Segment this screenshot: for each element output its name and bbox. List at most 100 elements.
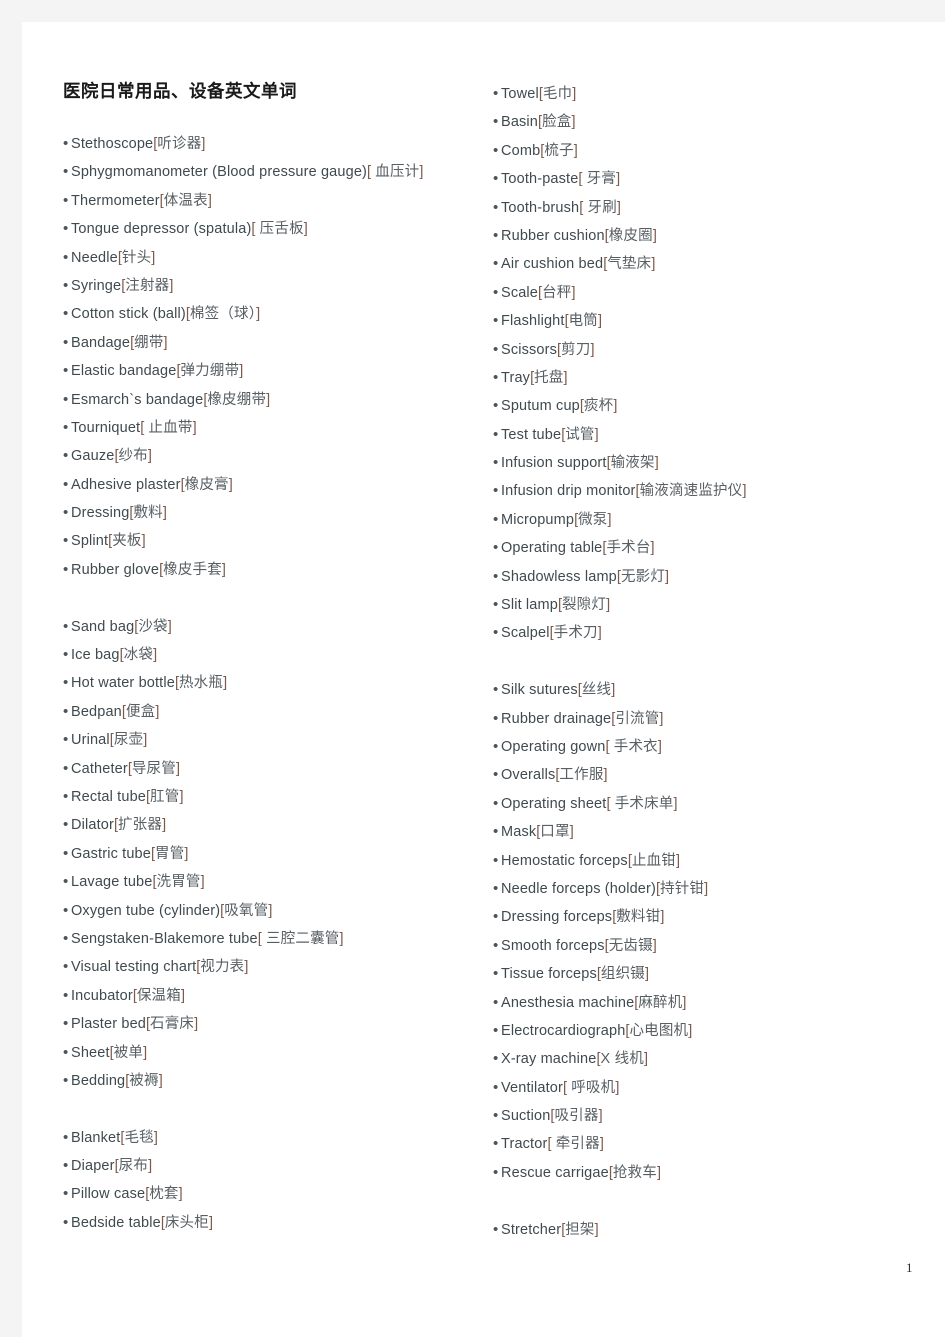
bullet-icon: •: [63, 759, 69, 777]
vocabulary-entry: • Flashlight[电筒]: [493, 307, 945, 335]
entry-chinese-gloss: 血压计: [371, 164, 420, 181]
vocabulary-entry: • Cotton stick (ball)[棉签（球）]: [63, 300, 493, 328]
vocabulary-entry: • Air cushion bed[气垫床]: [493, 250, 945, 278]
close-bracket: ]: [650, 540, 655, 557]
entry-chinese-gloss: 止血钳: [631, 852, 676, 869]
entry-english-term: Incubator: [71, 987, 133, 1004]
bullet-icon: •: [63, 1157, 69, 1175]
close-bracket: ]: [178, 1186, 183, 1203]
entry-english-term: Scale: [501, 284, 539, 301]
entry-english-term: Electrocardiograph: [501, 1022, 626, 1039]
bullet-icon: •: [63, 418, 69, 436]
vocabulary-entry: • Infusion drip monitor[输液滴速监护仪]: [493, 477, 945, 505]
bullet-icon: •: [493, 709, 499, 727]
entry-chinese-gloss: 枕套: [149, 1186, 179, 1203]
vocabulary-entry: • Thermometer[体温表]: [63, 187, 493, 215]
entry-english-term: Hemostatic forceps: [501, 852, 628, 869]
entry-english-term: Operating table: [501, 540, 603, 557]
close-bracket: ]: [611, 682, 616, 699]
bullet-icon: •: [493, 539, 499, 557]
entry-chinese-gloss: 手术衣: [609, 738, 658, 755]
close-bracket: ]: [606, 597, 611, 614]
vocabulary-entry: • Rubber drainage[引流管]: [493, 705, 945, 733]
entry-chinese-gloss: 呼吸机: [567, 1079, 616, 1096]
close-bracket: ]: [571, 114, 576, 131]
vocabulary-entry: • Rectal tube[肛管]: [63, 783, 493, 811]
entry-english-term: Flashlight: [501, 313, 565, 330]
close-bracket: ]: [654, 455, 659, 472]
vocabulary-entry: • Gastric tube[胃管]: [63, 840, 493, 868]
vocabulary-entry: • Hemostatic forceps[止血钳]: [493, 847, 945, 875]
close-bracket: ]: [180, 987, 185, 1004]
column-top-spacer: [63, 22, 493, 130]
entry-chinese-gloss: 床头柜: [164, 1214, 209, 1231]
bullet-icon: •: [493, 1050, 499, 1068]
vocabulary-entry: • Dilator[扩张器]: [63, 811, 493, 839]
close-bracket: ]: [339, 930, 344, 947]
bullet-icon: •: [493, 1078, 499, 1096]
entry-english-term: Gastric tube: [71, 845, 151, 862]
entry-english-term: Infusion drip monitor: [501, 483, 636, 500]
bullet-icon: •: [63, 362, 69, 380]
entry-chinese-gloss: 牵引器: [551, 1136, 600, 1153]
vocabulary-entry: • Tissue forceps[组织镊]: [493, 960, 945, 988]
entry-english-term: Sphygmomanometer (Blood pressure gauge): [71, 164, 368, 181]
close-bracket: ]: [143, 732, 148, 749]
entry-english-term: Splint: [71, 533, 109, 550]
entry-english-term: Plaster bed: [71, 1016, 146, 1033]
vocabulary-entry: • Mask[口罩]: [493, 818, 945, 846]
entry-english-term: Dressing forceps: [501, 909, 613, 926]
vocabulary-entry: • Elastic bandage[弹力绷带]: [63, 357, 493, 385]
entry-english-term: Pillow case: [71, 1186, 146, 1203]
entry-english-term: Tray: [501, 369, 531, 386]
vocabulary-entry: • Sheet[被单]: [63, 1039, 493, 1067]
close-bracket: ]: [162, 817, 167, 834]
entry-chinese-gloss: 尿布: [118, 1158, 149, 1175]
close-bracket: ]: [594, 1221, 599, 1238]
vocabulary-entry: • Sputum cup[痰杯]: [493, 392, 945, 420]
entry-english-term: Sand bag: [71, 618, 135, 635]
bullet-icon: •: [63, 1185, 69, 1203]
bullet-icon: •: [63, 1043, 69, 1061]
entry-chinese-gloss: 试管: [565, 426, 595, 443]
close-bracket: ]: [742, 483, 747, 500]
bullet-icon: •: [63, 702, 69, 720]
vocabulary-entry: • Rescue carrigae[抢救车]: [493, 1159, 945, 1187]
entry-chinese-gloss: 电筒: [568, 313, 598, 330]
bullet-icon: •: [493, 368, 499, 386]
close-bracket: ]: [175, 760, 180, 777]
entry-english-term: Micropump: [501, 511, 575, 528]
bullet-icon: •: [493, 85, 499, 102]
vocabulary-entry: • Blanket[毛毯]: [63, 1124, 493, 1152]
bullet-icon: •: [493, 170, 499, 188]
entry-english-term: Urinal: [71, 732, 110, 749]
entry-english-term: Scissors: [501, 341, 557, 358]
close-bracket: ]: [563, 369, 568, 386]
entry-chinese-gloss: 麻醉机: [638, 994, 683, 1011]
entry-english-term: Oxygen tube (cylinder): [71, 902, 221, 919]
close-bracket: ]: [208, 1214, 213, 1231]
bullet-icon: •: [63, 1071, 69, 1089]
bullet-icon: •: [493, 681, 499, 699]
entry-english-term: Rubber glove: [71, 561, 160, 578]
entry-chinese-gloss: 胃管: [155, 845, 185, 862]
close-bracket: ]: [169, 277, 174, 294]
bullet-icon: •: [63, 958, 69, 976]
entry-chinese-gloss: 剪刀: [561, 341, 591, 358]
vocabulary-entry: • Oxygen tube (cylinder)[吸氧管]: [63, 897, 493, 925]
vocabulary-entry: • Gauze[纱布]: [63, 442, 493, 470]
entry-english-term: Ice bag: [71, 647, 120, 664]
vocabulary-entry: • Bedding[被褥]: [63, 1067, 493, 1095]
entry-chinese-gloss: 尿壶: [113, 732, 144, 749]
bullet-icon: •: [63, 447, 69, 465]
vocabulary-entry: • Slit lamp[裂隙灯]: [493, 591, 945, 619]
entry-english-term: Slit lamp: [501, 597, 558, 614]
entry-chinese-gloss: 牙刷: [583, 199, 617, 216]
vocabulary-entry: • Tractor[ 牵引器]: [493, 1130, 945, 1158]
bullet-icon: •: [493, 567, 499, 585]
close-bracket: ]: [607, 511, 612, 528]
bullet-icon: •: [63, 873, 69, 891]
entry-english-term: Infusion support: [501, 455, 607, 472]
